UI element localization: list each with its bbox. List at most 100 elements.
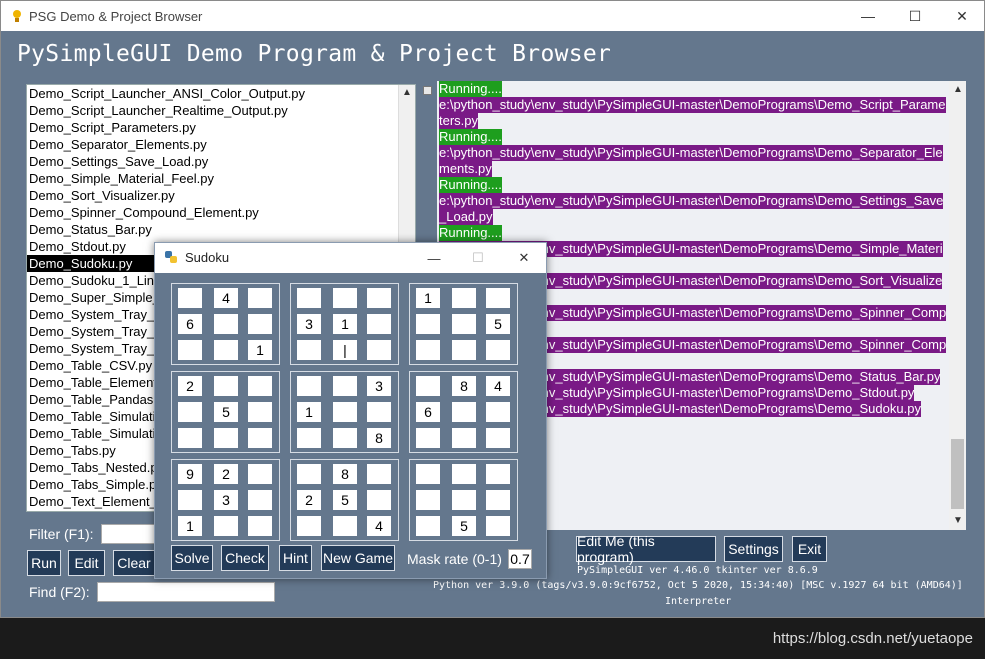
sudoku-cell[interactable]: 5 [333,490,357,510]
sudoku-cell[interactable] [178,490,202,510]
sudoku-cell[interactable] [452,402,476,422]
sudoku-cell[interactable]: 3 [367,376,391,396]
sudoku-cell[interactable] [333,402,357,422]
list-item[interactable]: Demo_Script_Launcher_Realtime_Output.py [27,102,415,119]
sudoku-cell[interactable] [367,288,391,308]
sudoku-cell[interactable] [214,314,238,334]
sudoku-cell[interactable] [452,490,476,510]
sudoku-cell[interactable]: 2 [297,490,321,510]
sudoku-cell[interactable] [486,490,510,510]
exit-button[interactable]: Exit [792,536,827,562]
sudoku-cell[interactable] [486,516,510,536]
sudoku-cell[interactable]: 1 [416,288,440,308]
edit-button[interactable]: Edit [68,550,105,576]
sudoku-cell[interactable] [214,516,238,536]
sudoku-minimize-button[interactable]: — [411,243,457,273]
minimize-button[interactable]: — [845,1,891,31]
sudoku-cell[interactable] [333,376,357,396]
sudoku-cell[interactable]: 4 [486,376,510,396]
list-item[interactable]: Demo_Settings_Save_Load.py [27,153,415,170]
maximize-button[interactable]: ☐ [892,1,938,31]
sudoku-close-button[interactable]: ✕ [501,243,547,273]
sudoku-cell[interactable] [248,428,272,448]
list-item[interactable]: Demo_Status_Bar.py [27,221,415,238]
sudoku-cell[interactable] [416,516,440,536]
output-checkbox[interactable] [423,86,432,95]
sudoku-cell[interactable] [178,428,202,448]
sudoku-cell[interactable] [452,340,476,360]
sudoku-cell[interactable] [248,464,272,484]
sudoku-cell[interactable] [214,340,238,360]
sudoku-cell[interactable] [416,428,440,448]
sudoku-cell[interactable] [297,516,321,536]
sudoku-cell[interactable]: 2 [178,376,202,396]
new-game-button[interactable]: New Game [321,545,395,571]
sudoku-cell[interactable] [248,288,272,308]
sudoku-cell[interactable] [367,402,391,422]
sudoku-cell[interactable]: 3 [214,490,238,510]
output-scrollbar[interactable]: ▲ ▼ [949,81,966,530]
edit-me-button[interactable]: Edit Me (this program) [576,533,716,565]
sudoku-cell[interactable] [214,428,238,448]
sudoku-cell[interactable]: 1 [178,516,202,536]
sudoku-cell[interactable] [297,428,321,448]
sudoku-cell[interactable]: 8 [367,428,391,448]
sudoku-cell[interactable] [416,464,440,484]
sudoku-cell[interactable] [333,288,357,308]
sudoku-cell[interactable]: 6 [416,402,440,422]
sudoku-cell[interactable]: 1 [333,314,357,334]
sudoku-cell[interactable]: 9 [178,464,202,484]
find-input[interactable] [97,582,275,602]
scroll-thumb[interactable] [951,439,964,509]
scroll-up-icon[interactable]: ▲ [953,84,963,95]
sudoku-cell[interactable]: 2 [214,464,238,484]
list-item[interactable]: Demo_Spinner_Compound_Element.py [27,204,415,221]
sudoku-cell[interactable] [416,490,440,510]
list-item[interactable]: Demo_Script_Launcher_ANSI_Color_Output.p… [27,85,415,102]
sudoku-cell[interactable] [178,402,202,422]
sudoku-cell[interactable]: 8 [452,376,476,396]
sudoku-cell[interactable] [367,464,391,484]
sudoku-cell[interactable] [367,314,391,334]
mask-rate-input[interactable]: 0.7 [508,549,532,569]
settings-button[interactable]: Settings [724,536,783,562]
list-item[interactable]: Demo_Separator_Elements.py [27,136,415,153]
sudoku-cell[interactable] [214,376,238,396]
check-button[interactable]: Check [221,545,269,571]
sudoku-cell[interactable]: 3 [297,314,321,334]
close-button[interactable]: ✕ [939,1,985,31]
sudoku-cell[interactable] [297,340,321,360]
sudoku-cell[interactable] [248,516,272,536]
list-item[interactable]: Demo_Simple_Material_Feel.py [27,170,415,187]
sudoku-cell[interactable]: 4 [367,516,391,536]
sudoku-cell[interactable] [297,464,321,484]
sudoku-cell[interactable]: 1 [297,402,321,422]
solve-button[interactable]: Solve [171,545,213,571]
scroll-up-icon[interactable]: ▲ [402,87,412,98]
clear-button[interactable]: Clear [113,550,155,576]
sudoku-cell[interactable] [248,314,272,334]
sudoku-cell[interactable] [486,340,510,360]
sudoku-cell[interactable]: 5 [452,516,476,536]
sudoku-cell[interactable] [486,464,510,484]
sudoku-cell[interactable] [333,428,357,448]
sudoku-cell[interactable]: 8 [333,464,357,484]
sudoku-cell[interactable]: 4 [214,288,238,308]
sudoku-cell[interactable] [248,402,272,422]
list-item[interactable]: Demo_Sort_Visualizer.py [27,187,415,204]
sudoku-cell[interactable] [297,376,321,396]
scroll-down-icon[interactable]: ▼ [953,515,963,526]
sudoku-cell[interactable]: 6 [178,314,202,334]
sudoku-cell[interactable] [416,314,440,334]
sudoku-cell[interactable] [333,516,357,536]
sudoku-cell[interactable] [452,428,476,448]
list-item[interactable]: Demo_Script_Parameters.py [27,119,415,136]
sudoku-cell[interactable] [367,340,391,360]
sudoku-cell[interactable] [486,402,510,422]
sudoku-cell[interactable] [248,376,272,396]
sudoku-cell[interactable] [486,288,510,308]
filter-input[interactable] [101,524,161,544]
sudoku-cell[interactable] [416,340,440,360]
sudoku-cell[interactable] [452,314,476,334]
sudoku-cell[interactable]: 5 [214,402,238,422]
